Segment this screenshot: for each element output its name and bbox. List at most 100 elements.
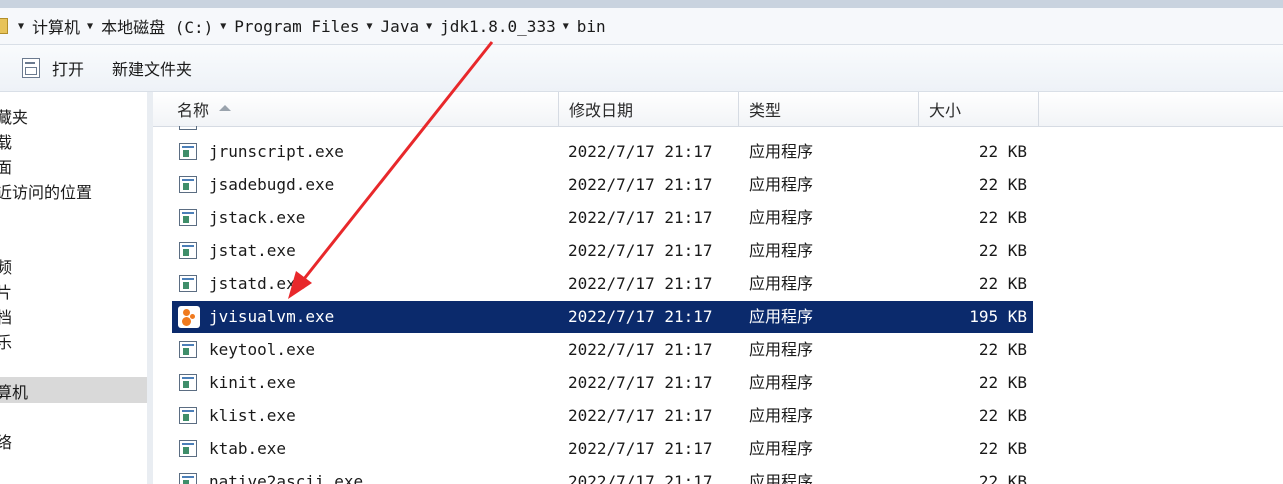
file-name: keytool.exe: [209, 340, 315, 359]
file-type: 应用程序: [749, 340, 814, 359]
file-row[interactable]: klist.exe 2022/7/17 21:17 应用程序 22 KB: [172, 400, 1033, 432]
breadcrumb-item[interactable]: jdk1.8.0_333 ▼: [440, 17, 577, 36]
file-type: 应用程序: [749, 208, 814, 227]
sidebar-item-documents[interactable]: 档: [0, 304, 12, 328]
breadcrumb-item[interactable]: bin: [577, 17, 606, 36]
file-row[interactable]: keytool.exe 2022/7/17 21:17 应用程序 22 KB: [172, 334, 1033, 366]
column-header-date[interactable]: 修改日期: [559, 92, 739, 126]
file-size: 22 KB: [978, 439, 1027, 458]
chevron-down-icon[interactable]: ▼: [87, 21, 93, 32]
exe-icon: [179, 473, 197, 484]
exe-icon: [179, 209, 197, 226]
column-header-name[interactable]: 名称: [167, 92, 559, 126]
file-size: 22 KB: [978, 208, 1027, 227]
file-row[interactable]: jstack.exe 2022/7/17 21:17 应用程序 22 KB: [172, 202, 1033, 234]
file-name: jvisualvm.exe: [209, 307, 335, 326]
column-header-type[interactable]: 类型: [739, 92, 919, 126]
navigation-pane: 藏夹 载 面 近访问的位置 频 片 档 乐 算机 络: [0, 92, 148, 484]
sidebar-item-favorites[interactable]: 藏夹: [0, 104, 28, 128]
file-size: 22 KB: [978, 373, 1027, 392]
file-date: 2022/7/17 21:17: [568, 175, 713, 194]
breadcrumb-label[interactable]: 本地磁盘 (C:): [101, 14, 213, 38]
breadcrumb-item[interactable]: 本地磁盘 (C:) ▼: [101, 14, 234, 38]
folder-icon: [0, 18, 8, 34]
exe-icon: [179, 242, 197, 259]
exe-icon: [179, 374, 197, 391]
file-row[interactable]: kinit.exe 2022/7/17 21:17 应用程序 22 KB: [172, 367, 1033, 399]
sidebar-item-recent-places[interactable]: 近访问的位置: [0, 179, 92, 203]
sidebar-item-pictures[interactable]: 片: [0, 279, 12, 303]
file-date: 2022/7/17 21:17: [568, 373, 713, 392]
file-type: 应用程序: [749, 406, 814, 425]
file-type: 应用程序: [749, 439, 814, 458]
breadcrumb-root-dropdown[interactable]: ▼: [18, 21, 32, 32]
column-header-size[interactable]: 大小: [919, 92, 1039, 126]
file-type: 应用程序: [749, 307, 814, 326]
chevron-down-icon[interactable]: ▼: [426, 21, 432, 32]
file-date: 2022/7/17 21:17: [568, 307, 713, 326]
sidebar-item-downloads[interactable]: 载: [0, 129, 12, 153]
file-row[interactable]: jstatd.exe 2022/7/17 21:17 应用程序 22 KB: [172, 268, 1033, 300]
file-name: native2ascii.exe: [209, 472, 364, 484]
file-name: jstatd.exe: [209, 274, 306, 293]
exe-icon: [179, 176, 197, 193]
file-size: 195 KB: [969, 307, 1027, 326]
address-bar[interactable]: ▼ 计算机 ▼ 本地磁盘 (C:) ▼ Program Files ▼ Java ▼ j…: [0, 8, 1283, 45]
file-name: jrunscript.exe: [209, 142, 344, 161]
breadcrumb-label[interactable]: bin: [577, 17, 606, 36]
file-name: klist.exe: [209, 406, 296, 425]
chevron-down-icon[interactable]: ▼: [220, 21, 226, 32]
column-header-type-label: 类型: [749, 101, 782, 120]
sidebar-item-desktop[interactable]: 面: [0, 154, 12, 178]
column-header-date-label: 修改日期: [569, 101, 634, 120]
sort-ascending-icon: [219, 105, 232, 111]
sidebar-item-network[interactable]: 络: [0, 429, 12, 453]
file-date: 2022/7/17 21:17: [568, 241, 713, 260]
file-row-selected[interactable]: jvisualvm.exe 2022/7/17 21:17 应用程序 195 K…: [172, 301, 1033, 333]
file-size: 22 KB: [978, 472, 1027, 484]
command-bar: 打开 新建文件夹: [0, 45, 1283, 92]
new-folder-label: 新建文件夹: [112, 60, 193, 79]
partial-row-above: [172, 126, 1033, 132]
chevron-down-icon[interactable]: ▼: [367, 21, 373, 32]
breadcrumb-label[interactable]: Java: [381, 17, 420, 36]
file-date: 2022/7/17 21:17: [568, 142, 713, 161]
file-type: 应用程序: [749, 241, 814, 260]
sidebar-item-music[interactable]: 乐: [0, 329, 12, 353]
exe-icon: [179, 275, 197, 292]
open-button[interactable]: 打开: [0, 52, 94, 84]
column-header-name-label: 名称: [177, 101, 210, 120]
exe-icon: [179, 407, 197, 424]
sidebar-item-videos[interactable]: 频: [0, 254, 12, 278]
column-header-size-label: 大小: [929, 101, 962, 120]
breadcrumb-label[interactable]: Program Files: [234, 17, 359, 36]
file-row[interactable]: jstat.exe 2022/7/17 21:17 应用程序 22 KB: [172, 235, 1033, 267]
exe-icon: [179, 126, 197, 130]
file-name: jstat.exe: [209, 241, 296, 260]
sidebar-item-computer[interactable]: 算机: [0, 379, 28, 403]
file-date: 2022/7/17 21:17: [568, 340, 713, 359]
exe-icon: [179, 440, 197, 457]
file-size: 22 KB: [978, 175, 1027, 194]
file-date: 2022/7/17 21:17: [568, 472, 713, 484]
chevron-down-icon[interactable]: ▼: [563, 21, 569, 32]
file-size: 22 KB: [978, 142, 1027, 161]
file-name: kinit.exe: [209, 373, 296, 392]
breadcrumb-label[interactable]: jdk1.8.0_333: [440, 17, 556, 36]
breadcrumb-item[interactable]: Program Files ▼: [234, 17, 380, 36]
file-type: 应用程序: [749, 472, 814, 484]
breadcrumb-item[interactable]: 计算机 ▼: [32, 14, 101, 38]
new-folder-button[interactable]: 新建文件夹: [102, 52, 202, 84]
file-row[interactable]: ktab.exe 2022/7/17 21:17 应用程序 22 KB: [172, 433, 1033, 465]
breadcrumb-label[interactable]: 计算机: [32, 14, 80, 38]
file-row[interactable]: jrunscript.exe 2022/7/17 21:17 应用程序 22 K…: [172, 136, 1033, 168]
file-row[interactable]: jsadebugd.exe 2022/7/17 21:17 应用程序 22 KB: [172, 169, 1033, 201]
breadcrumb-item[interactable]: Java ▼: [381, 17, 441, 36]
chevron-down-icon[interactable]: ▼: [18, 21, 24, 32]
file-size: 22 KB: [978, 274, 1027, 293]
file-type: 应用程序: [749, 274, 814, 293]
file-type: 应用程序: [749, 142, 814, 161]
file-size: 22 KB: [978, 406, 1027, 425]
file-row[interactable]: native2ascii.exe 2022/7/17 21:17 应用程序 22…: [172, 466, 1033, 484]
file-name: jstack.exe: [209, 208, 306, 227]
